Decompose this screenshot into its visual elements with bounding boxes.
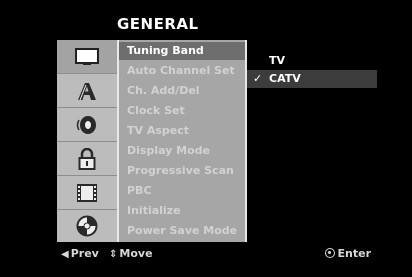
display-icon (75, 47, 99, 65)
enter-label: Enter (337, 247, 372, 260)
footer-hints: ◀ Prev ⇕ Move Enter (57, 246, 377, 262)
enter-button-icon (324, 248, 335, 258)
option-label: CATV (269, 72, 301, 85)
menu-item-clock-set[interactable]: Clock Set (119, 102, 245, 120)
menu-item-display-mode[interactable]: Display Mode (119, 142, 245, 160)
up-down-arrow-icon: ⇕ (109, 249, 118, 260)
menu-item-ch-add-del[interactable]: Ch. Add/Del (119, 82, 245, 100)
menu-item-tv-aspect[interactable]: TV Aspect (119, 122, 245, 140)
options-list: TV ✓ CATV (247, 40, 377, 242)
category-audio[interactable] (57, 108, 117, 142)
audio-speaker-icon (76, 115, 96, 134)
settings-menu: Tuning Band Auto Channel Set Ch. Add/Del… (119, 40, 245, 242)
language-icon (78, 82, 96, 100)
option-label: TV (269, 54, 286, 67)
enter-hint[interactable]: Enter (324, 246, 372, 262)
category-display[interactable] (57, 40, 117, 74)
menu-item-pbc[interactable]: PBC (119, 182, 245, 200)
menu-item-power-save-mode[interactable]: Power Save Mode (119, 222, 245, 240)
menu-item-tuning-band[interactable]: Tuning Band (119, 42, 245, 60)
left-arrow-icon: ◀ (61, 249, 69, 260)
option-catv[interactable]: ✓ CATV (247, 70, 377, 88)
settings-panel: Tuning Band Auto Channel Set Ch. Add/Del… (57, 40, 377, 242)
lock-icon (78, 147, 96, 170)
menu-item-progressive-scan[interactable]: Progressive Scan (119, 162, 245, 180)
category-language[interactable] (57, 74, 117, 108)
move-label: Move (119, 247, 153, 260)
menu-item-initialize[interactable]: Initialize (119, 202, 245, 220)
prev-label: Prev (70, 247, 99, 260)
page-title: GENERAL (117, 15, 199, 33)
category-disc[interactable] (57, 210, 117, 242)
film-icon (77, 183, 97, 202)
category-lock[interactable] (57, 142, 117, 176)
prev-hint[interactable]: ◀ Prev (61, 246, 99, 263)
category-film[interactable] (57, 176, 117, 210)
option-tv[interactable]: TV (247, 52, 377, 70)
checkmark-icon: ✓ (253, 72, 263, 85)
category-sidebar (57, 40, 117, 242)
disc-icon (76, 215, 98, 237)
move-hint: ⇕ Move (109, 246, 153, 263)
menu-item-auto-channel-set[interactable]: Auto Channel Set (119, 62, 245, 80)
